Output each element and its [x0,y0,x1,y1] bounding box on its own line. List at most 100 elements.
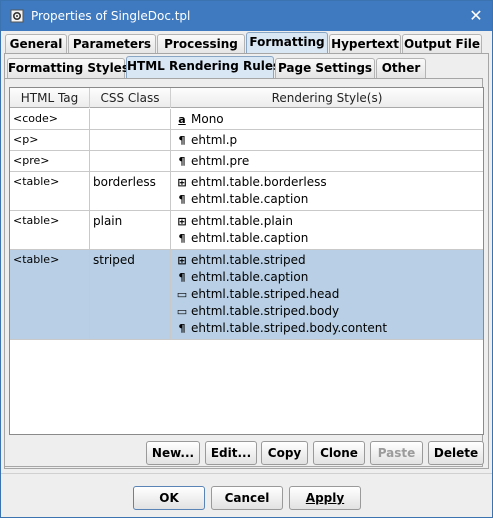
style-name: ehtml.table.striped.body.content [191,321,388,335]
paragraph-style-icon: ¶ [178,271,186,284]
cancel-button[interactable]: Cancel [211,486,283,510]
css-class-cell: plain [90,211,171,249]
tab-label: Output File [403,37,481,51]
tab-html-rendering-rules[interactable]: HTML Rendering Rules [126,56,280,79]
style-name: ehtml.p [191,133,238,147]
paragraph-style-icon: ¶ [178,322,186,335]
rendering-styles-cell: ¶ ehtml.pre [171,151,483,171]
tab-label: Hypertext [331,37,399,51]
table-header: HTML Tag CSS Class Rendering Style(s) [10,88,483,108]
style-entry: ⊞ ehtml.table.borderless [175,175,479,192]
style-entry: ¶ ehtml.table.caption [175,231,479,248]
table-row[interactable]: <table> borderless ⊞ ehtml.table.borderless… [10,172,483,211]
html-tag-cell: <p> [10,130,90,150]
paragraph-style-icon: ¶ [178,155,186,168]
rendering-styles-cell: a Mono [171,109,483,129]
table-style-icon: ⊞ [177,215,187,228]
paragraph-style-icon: ¶ [178,232,186,245]
css-class-cell: striped [90,250,171,339]
style-entry: ¶ ehtml.table.caption [175,270,479,287]
css-class-cell [90,151,171,171]
style-name: ehtml.table.caption [191,192,309,206]
style-name: ehtml.table.borderless [191,175,327,189]
tab-label: General [9,37,63,51]
style-name: ehtml.table.striped [191,253,306,267]
ok-button[interactable]: OK [133,486,205,510]
style-entry: a Mono [175,112,479,129]
edit-button[interactable]: Edit... [205,441,257,465]
row-style-icon: ▭ [176,305,188,318]
rendering-styles-cell: ¶ ehtml.p [171,130,483,150]
html-tag-cell: <pre> [10,151,90,171]
tab-label: Page Settings [277,61,373,75]
gear-document-icon [10,9,24,23]
style-entry: ⊞ ehtml.table.plain [175,214,479,231]
clone-button[interactable]: Clone [313,441,365,465]
column-header-css-class[interactable]: CSS Class [90,88,171,108]
properties-dialog: Properties of SingleDoc.tpl ✕ General Pa… [0,0,493,518]
tab-label: Formatting [249,35,325,49]
style-entry: ⊞ ehtml.table.striped [175,253,479,270]
html-tag-cell: <table> [10,250,90,339]
table-row[interactable]: <table> striped ⊞ ehtml.table.striped ¶ ehtml… [10,250,483,340]
html-tag-cell: <table> [10,172,90,210]
apply-label: Apply [305,491,345,505]
tab-label: HTML Rendering Rules [127,59,281,73]
style-entry: ¶ ehtml.pre [175,154,479,171]
tab-formatting-styles[interactable]: Formatting Styles [7,58,129,79]
table-style-icon: ⊞ [177,176,187,189]
style-entry: ¶ ehtml.table.caption [175,192,479,209]
style-name: ehtml.table.caption [191,270,309,284]
style-name: Mono [191,112,224,126]
style-entry: ¶ ehtml.p [175,133,479,150]
copy-button[interactable]: Copy [261,441,308,465]
style-entry: ▭ ehtml.table.striped.head [175,287,479,304]
rendering-styles-cell: ⊞ ehtml.table.plain ¶ ehtml.table.caption [171,211,483,249]
column-header-html-tag[interactable]: HTML Tag [10,88,90,108]
delete-button[interactable]: Delete [428,441,484,465]
new-button[interactable]: New... [146,441,200,465]
table-row[interactable]: <table> plain ⊞ ehtml.table.plain ¶ ehtml.tab… [10,211,483,250]
html-tag-cell: <table> [10,211,90,249]
tab-other[interactable]: Other [376,58,426,79]
paragraph-style-icon: ¶ [178,134,186,147]
style-name: ehtml.pre [191,154,250,168]
tab-hypertext[interactable]: Hypertext [329,34,401,55]
table-row[interactable]: <pre> ¶ ehtml.pre [10,151,483,172]
window-title: Properties of SingleDoc.tpl [31,9,191,23]
table-style-icon: ⊞ [177,254,187,267]
tab-label: Processing [164,37,238,51]
tab-parameters[interactable]: Parameters [68,34,156,55]
style-entry: ¶ ehtml.table.striped.body.content [175,321,479,338]
tab-general[interactable]: General [5,34,67,55]
tab-label: Other [381,61,421,75]
divider [1,473,492,474]
style-name: ehtml.table.striped.body [191,304,340,318]
tab-output-file[interactable]: Output File [402,34,482,55]
tab-page-settings[interactable]: Page Settings [275,58,375,79]
style-name: ehtml.table.striped.head [191,287,340,301]
table-row[interactable]: <code> a Mono [10,109,483,130]
title-bar[interactable]: Properties of SingleDoc.tpl ✕ [1,1,492,31]
tab-processing[interactable]: Processing [157,34,245,55]
rendering-rules-table[interactable]: HTML Tag CSS Class Rendering Style(s) <c… [9,87,484,435]
column-header-rendering-styles[interactable]: Rendering Style(s) [171,88,483,108]
paragraph-style-icon: ¶ [178,193,186,206]
tab-label: Parameters [72,37,152,51]
tab-label: Formatting Styles [8,61,129,75]
row-style-icon: ▭ [176,288,188,301]
css-class-cell [90,109,171,129]
style-name: ehtml.table.caption [191,231,309,245]
close-icon[interactable]: ✕ [466,6,486,26]
table-row[interactable]: <p> ¶ ehtml.p [10,130,483,151]
css-class-cell: borderless [90,172,171,210]
character-style-icon: a [178,113,186,126]
style-entry: ▭ ehtml.table.striped.body [175,304,479,321]
style-name: ehtml.table.plain [191,214,293,228]
css-class-cell [90,130,171,150]
rendering-styles-cell: ⊞ ehtml.table.borderless ¶ ehtml.table.capt… [171,172,483,210]
tab-formatting[interactable]: Formatting [246,32,328,55]
apply-button[interactable]: Apply [289,486,361,510]
paste-button[interactable]: Paste [370,441,423,465]
rendering-styles-cell: ⊞ ehtml.table.striped ¶ ehtml.table.caption… [171,250,483,339]
